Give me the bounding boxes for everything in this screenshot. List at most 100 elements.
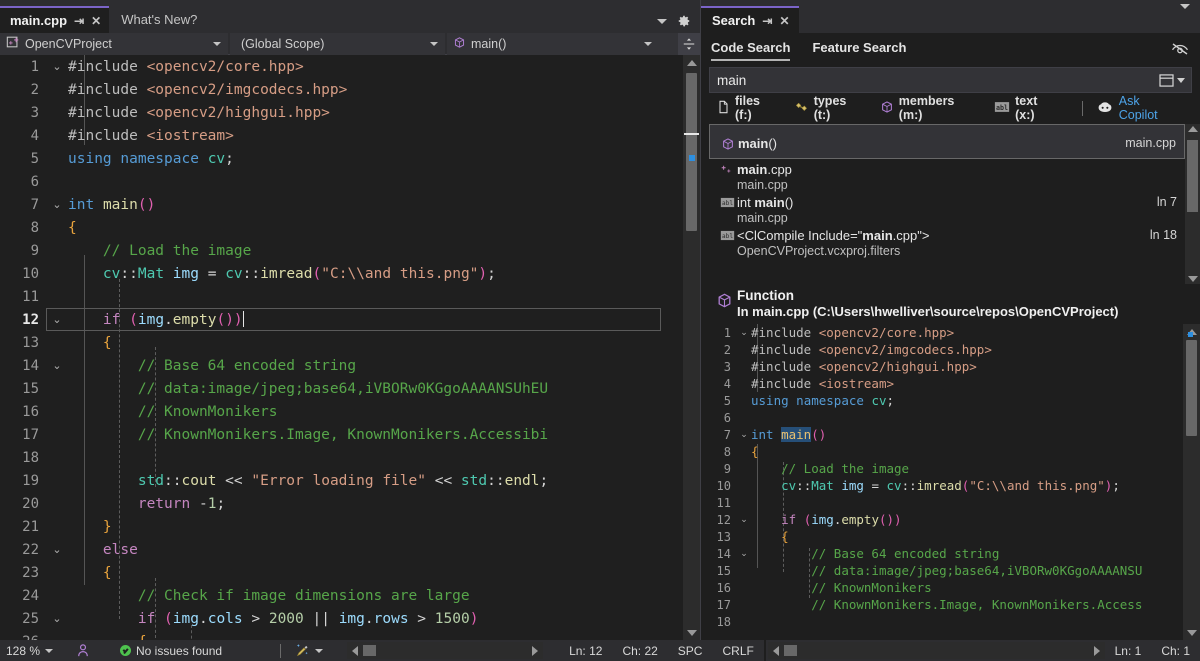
scroll-right-icon[interactable] — [532, 646, 538, 656]
filter-text[interactable]: abl text (x:) — [994, 94, 1059, 122]
preview-horizontal-scrollbar[interactable] — [768, 642, 1105, 659]
scrollbar-thumb[interactable] — [784, 645, 797, 656]
code-line[interactable]: 19 std::cout << "Error loading file" << … — [0, 469, 683, 492]
code-line[interactable]: 2#include <opencv2/imgcodecs.hpp> — [0, 78, 683, 101]
preview-vertical-scrollbar[interactable] — [1183, 324, 1200, 640]
split-window-icon[interactable] — [678, 33, 700, 55]
scrollbar-thumb[interactable] — [686, 73, 697, 231]
code-cleanup-button[interactable] — [287, 640, 331, 661]
chevron-down-icon[interactable] — [1177, 78, 1185, 83]
tab-feature-search[interactable]: Feature Search — [812, 40, 906, 59]
preview-code-line[interactable]: 13 { — [701, 528, 1183, 545]
preview-code-line[interactable]: 12⌄ if (img.empty()) — [701, 511, 1183, 528]
issues-status[interactable]: No issues found — [112, 640, 230, 661]
preview-code-line[interactable]: 18 — [701, 613, 1183, 630]
search-input[interactable] — [717, 73, 1155, 88]
scrollbar-thumb[interactable] — [1186, 340, 1197, 436]
gear-icon[interactable] — [677, 14, 691, 28]
chevron-down-icon[interactable] — [213, 42, 221, 46]
code-line[interactable]: 21 } — [0, 515, 683, 538]
code-line[interactable]: 15 // data:image/jpeg;base64,iVBORw0KGgo… — [0, 377, 683, 400]
filter-types[interactable]: types (t:) — [794, 94, 865, 122]
scroll-down-icon[interactable] — [1183, 625, 1200, 640]
code-line[interactable]: 6 — [0, 170, 683, 193]
code-line[interactable]: 22⌄ else — [0, 538, 683, 561]
search-result-item[interactable]: main()main.cpp — [709, 124, 1185, 159]
editor-horizontal-scrollbar[interactable] — [347, 642, 543, 659]
preview-code-line[interactable]: 1⌄#include <opencv2/core.hpp> — [701, 324, 1183, 341]
chevron-down-icon[interactable] — [644, 42, 652, 46]
scroll-left-icon[interactable] — [352, 646, 358, 656]
chevron-down-icon[interactable] — [430, 42, 438, 46]
code-line[interactable]: 5using namespace cv; — [0, 147, 683, 170]
eol-indicator[interactable]: CRLF — [712, 644, 763, 658]
tool-window-tab-search[interactable]: Search ⇥ ✕ — [701, 6, 799, 33]
breadcrumb-scope[interactable]: (Global Scope) — [230, 33, 445, 55]
fold-toggle-icon[interactable]: ⌄ — [46, 60, 68, 73]
preview-code-line[interactable]: 2#include <opencv2/imgcodecs.hpp> — [701, 341, 1183, 358]
preview-code-line[interactable]: 16 // KnownMonikers — [701, 579, 1183, 596]
editor-vertical-scrollbar[interactable] — [683, 55, 700, 640]
search-input-row[interactable] — [709, 67, 1192, 93]
preview-code-line[interactable]: 14⌄ // Base 64 encoded string — [701, 545, 1183, 562]
preview-code-line[interactable]: 7⌄int main() — [701, 426, 1183, 443]
pin-icon[interactable]: ⇥ — [74, 15, 84, 27]
fold-toggle-icon[interactable]: ⌄ — [737, 429, 751, 440]
fold-toggle-icon[interactable]: ⌄ — [46, 313, 68, 326]
preview-code-line[interactable]: 3#include <opencv2/highgui.hpp> — [701, 358, 1183, 375]
breadcrumb-member[interactable]: main() — [447, 33, 678, 55]
code-line[interactable]: 18 — [0, 446, 683, 469]
code-line[interactable]: 14⌄ // Base 64 encoded string — [0, 354, 683, 377]
fold-toggle-icon[interactable]: ⌄ — [46, 198, 68, 211]
fold-toggle-icon[interactable]: ⌄ — [46, 612, 68, 625]
fold-toggle-icon[interactable]: ⌄ — [737, 514, 751, 525]
ask-copilot-button[interactable]: Ask Copilot — [1096, 94, 1180, 122]
fold-toggle-icon[interactable]: ⌄ — [46, 359, 68, 372]
preview-code-line[interactable]: 4#include <iostream> — [701, 375, 1183, 392]
code-line[interactable]: 13 { — [0, 331, 683, 354]
preview-code-line[interactable]: 8{ — [701, 443, 1183, 460]
spaces-indicator[interactable]: SPC — [668, 644, 713, 658]
preview-code-line[interactable]: 15 // data:image/jpeg;base64,iVBORw0KGgo… — [701, 562, 1183, 579]
tab-code-search[interactable]: Code Search — [711, 40, 790, 59]
chevron-down-icon[interactable] — [45, 649, 53, 653]
fold-toggle-icon[interactable]: ⌄ — [737, 548, 751, 559]
chevron-down-icon[interactable] — [657, 19, 667, 24]
close-icon[interactable]: ✕ — [779, 15, 789, 27]
code-line[interactable]: 16 // KnownMonikers — [0, 400, 683, 423]
code-line[interactable]: 25⌄ if (img.cols > 2000 || img.rows > 15… — [0, 607, 683, 630]
preview-layout-icon[interactable] — [1155, 69, 1177, 91]
chevron-down-icon[interactable] — [1180, 4, 1190, 26]
code-line[interactable]: 8{ — [0, 216, 683, 239]
preview-column-indicator[interactable]: Ch: 1 — [1151, 644, 1200, 658]
chevron-down-icon[interactable] — [315, 649, 323, 653]
code-line[interactable]: 17 // KnownMonikers.Image, KnownMonikers… — [0, 423, 683, 446]
scrollbar-thumb[interactable] — [363, 645, 376, 656]
search-result-item[interactable]: abl<ClCompile Include="main.cpp">OpenCVP… — [709, 225, 1185, 258]
close-icon[interactable]: ✕ — [91, 15, 101, 27]
preview-code-line[interactable]: 6 — [701, 409, 1183, 426]
results-scrollbar[interactable] — [1185, 124, 1200, 284]
line-indicator[interactable]: Ln: 12 — [543, 644, 612, 658]
search-results-list[interactable]: main()main.cppmain.cppmain.cppablint mai… — [701, 124, 1200, 284]
scroll-down-icon[interactable] — [1188, 276, 1198, 282]
filter-members[interactable]: members (m:) — [880, 94, 979, 122]
preview-code[interactable]: 1⌄#include <opencv2/core.hpp>2#include <… — [701, 324, 1200, 640]
scroll-up-icon[interactable] — [683, 55, 700, 70]
code-editor[interactable]: 1⌄#include <opencv2/core.hpp>2#include <… — [0, 55, 700, 640]
code-line[interactable]: 12⌄ if (img.empty()) — [0, 308, 683, 331]
filter-files[interactable]: files (f:) — [717, 94, 779, 122]
code-line[interactable]: 4#include <iostream> — [0, 124, 683, 147]
preview-code-line[interactable]: 5using namespace cv; — [701, 392, 1183, 409]
column-indicator[interactable]: Ch: 22 — [612, 644, 667, 658]
breadcrumb-project[interactable]: OpenCVProject — [0, 33, 228, 55]
code-line[interactable]: 24 // Check if image dimensions are larg… — [0, 584, 683, 607]
tab-main-cpp[interactable]: main.cpp ⇥ ✕ — [0, 6, 109, 33]
code-line[interactable]: 7⌄int main() — [0, 193, 683, 216]
search-result-item[interactable]: main.cppmain.cpp — [709, 159, 1185, 192]
code-line[interactable]: 10 cv::Mat img = cv::imread("C:\\and thi… — [0, 262, 683, 285]
code-line[interactable]: 11 — [0, 285, 683, 308]
code-line[interactable]: 23 { — [0, 561, 683, 584]
preview-code-line[interactable]: 17 // KnownMonikers.Image, KnownMonikers… — [701, 596, 1183, 613]
search-result-item[interactable]: ablint main()main.cppln 7 — [709, 192, 1185, 225]
